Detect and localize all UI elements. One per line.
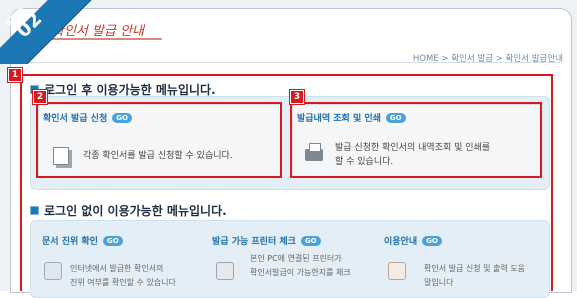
go-button[interactable]: GO: [102, 235, 123, 246]
go-button[interactable]: GO: [385, 112, 406, 123]
guest-section-title-text: 로그인 없이 이용가능한 메뉴입니다.: [44, 204, 227, 218]
bullet-square-icon: [30, 206, 39, 215]
go-button[interactable]: GO: [112, 112, 132, 123]
history-print-card[interactable]: 발급내역 조회 및 인쇄 GO 발급 신청한 확인서의 내역조회 및 인쇄를 할…: [292, 104, 542, 178]
usage-guide-link[interactable]: 이용안내 GO: [384, 234, 442, 247]
printer-check-title: 발급 가능 프린터 체크: [212, 237, 296, 247]
apply-certificate-desc: 각종 확인서를 발급 신청할 수 있습니다.: [83, 151, 233, 161]
annotation-badge-1: 1: [8, 68, 22, 82]
usage-guide-desc-line1: 확인서 발급 신청 및 출력 도움: [424, 264, 526, 273]
guest-section-title: 로그인 없이 이용가능한 메뉴입니다.: [30, 202, 227, 219]
document-verify-link[interactable]: 문서 진위 확인 GO: [42, 234, 123, 247]
printer-check-desc-line1: 본인 PC에 연결된 프린터가: [250, 254, 342, 263]
document-verify-title: 문서 진위 확인: [42, 237, 98, 247]
history-print-link[interactable]: 발급내역 조회 및 인쇄 GO: [297, 111, 406, 124]
magnifier-icon: [44, 262, 62, 280]
printer-check-desc-line2: 확인서발급이 가능한지를 체크: [250, 268, 351, 277]
document-verify-desc-line2: 진위 여부를 확인할 수 있습니다: [70, 278, 176, 287]
annotation-badge-3: 3: [290, 90, 304, 104]
printer-icon: [305, 143, 323, 161]
annotation-badge-2: 2: [33, 90, 47, 104]
step-band: [0, 0, 92, 64]
go-button[interactable]: GO: [422, 235, 442, 246]
document-icon: [53, 147, 69, 165]
apply-certificate-card[interactable]: 확인서 발급 신청 GO 각종 확인서를 발급 신청할 수 있습니다.: [38, 104, 282, 178]
apply-certificate-title: 확인서 발급 신청: [43, 114, 108, 124]
usage-guide-desc-line2: 말입니다: [424, 278, 454, 287]
go-button[interactable]: GO: [300, 235, 321, 246]
step-ribbon: STEP 02: [0, 0, 92, 64]
printer-check-link[interactable]: 발급 가능 프린터 체크 GO: [212, 234, 321, 247]
document-verify-desc-line1: 인터넷에서 발급한 확인서의: [70, 264, 164, 273]
history-print-title: 발급내역 조회 및 인쇄: [297, 114, 381, 124]
guide-board-icon: [388, 262, 406, 280]
history-print-desc-line2: 할 수 있습니다.: [335, 157, 394, 167]
breadcrumb-divider: [20, 62, 560, 63]
history-print-desc-line1: 발급 신청한 확인서의 내역조회 및 인쇄를: [335, 143, 491, 153]
usage-guide-title: 이용안내: [384, 237, 418, 247]
printer-check-icon: [216, 262, 234, 280]
apply-certificate-link[interactable]: 확인서 발급 신청 GO: [43, 111, 132, 124]
